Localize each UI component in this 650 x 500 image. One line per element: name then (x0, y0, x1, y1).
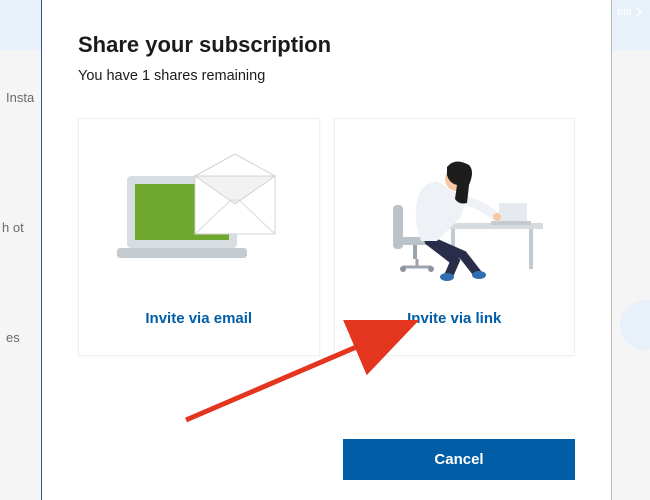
cancel-button[interactable]: Cancel (343, 439, 575, 480)
invite-via-link-card[interactable]: Invite via link (334, 118, 576, 356)
bg-nav-label: ple (617, 6, 632, 18)
bg-nav-next[interactable]: ple (617, 6, 644, 18)
modal-title: Share your subscription (78, 32, 575, 58)
bg-help-bubble (620, 300, 650, 350)
modal-footer: Cancel (78, 439, 575, 480)
email-illustration (79, 119, 319, 310)
invite-via-email-label: Invite via email (145, 310, 252, 327)
bg-text-other: h ot (2, 220, 24, 235)
modal-subtitle: You have 1 shares remaining (78, 68, 575, 84)
invite-via-email-card[interactable]: Invite via email (78, 118, 320, 356)
bg-text-install: Insta (6, 90, 34, 105)
share-subscription-modal: Share your subscription You have 1 share… (41, 0, 612, 500)
link-illustration (335, 119, 575, 310)
invite-via-link-label: Invite via link (407, 310, 501, 327)
bg-text-es: es (6, 330, 20, 345)
chevron-right-icon (634, 7, 644, 17)
invite-options: Invite via email (78, 118, 575, 356)
